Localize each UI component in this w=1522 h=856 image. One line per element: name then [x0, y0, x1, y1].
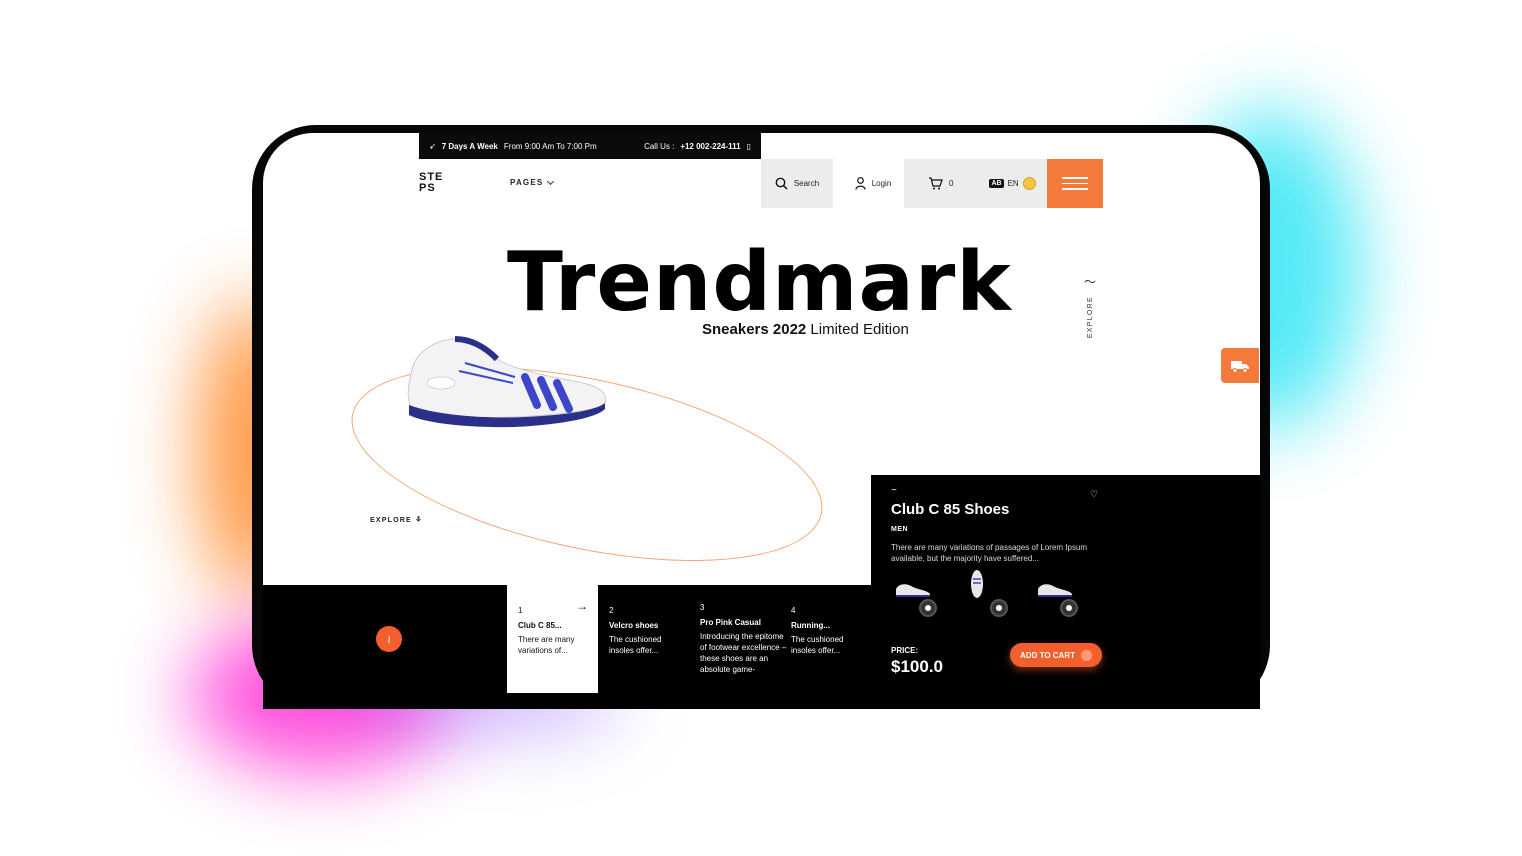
chevron-down-icon [547, 177, 555, 185]
stage: ➶ 7 Days A Week From 9:00 Am To 7:00 Pm … [0, 0, 1522, 856]
phone-icon: ▯ [746, 141, 751, 151]
cart-button[interactable]: 0 [928, 177, 953, 190]
phone-link[interactable]: +12 002-224-111 [680, 142, 740, 151]
search-label: Search [793, 179, 820, 188]
hero-subtitle-bold: Sneakers 2022 [702, 321, 807, 338]
add-to-cart-button[interactable]: ADD TO CART [1010, 643, 1102, 667]
hero-subtitle-rest: Limited Edition [806, 321, 909, 338]
truck-icon [1231, 360, 1249, 373]
website-screen: ➶ 7 Days A Week From 9:00 Am To 7:00 Pm … [263, 133, 1260, 709]
hours-text: From 9:00 Am To 7:00 Pm [503, 141, 597, 151]
sneaker-image [407, 336, 607, 428]
thumbnail-dot-3[interactable] [1060, 599, 1078, 617]
language-label: EN [1007, 179, 1019, 188]
globe-icon [1022, 177, 1036, 190]
pages-label: PAGES [510, 178, 544, 187]
card-number: 2 [609, 606, 614, 615]
search-button[interactable]: Search [761, 159, 833, 208]
card-title: Running... [791, 621, 831, 630]
slide-card-1[interactable]: → 1 Club C 85... There are many variatio… [507, 585, 598, 693]
product-price: $100.0 [891, 657, 943, 676]
card-text: There are many variations of... [518, 635, 575, 655]
product-name: Club C 85 Shoes [891, 501, 1010, 518]
login-label: Login [871, 179, 892, 188]
pages-menu[interactable]: PAGES [510, 177, 555, 187]
slide-card-4[interactable]: 4 Running... The cushioned insoles offer… [780, 585, 860, 693]
card-text: The cushioned insoles offer... [791, 635, 844, 655]
cart-dot-icon [1080, 649, 1092, 661]
thumbnail-dot-1[interactable] [919, 599, 937, 617]
logo-line-2: PS [419, 182, 436, 194]
days-text: 7 Days A Week [441, 141, 498, 151]
user-icon [855, 177, 866, 190]
wave-icon: ~ [891, 485, 897, 496]
slider-next-button[interactable]: ≀ [376, 626, 402, 652]
squiggle-icon: ≀ [386, 633, 392, 646]
heart-icon[interactable]: ♡ [1090, 489, 1098, 500]
slide-card-2[interactable]: 2 Velcro shoes The cushioned insoles off… [598, 585, 689, 693]
price-label: PRICE: [891, 646, 919, 655]
rocket-icon: ➶ [429, 141, 436, 151]
hamburger-menu-button[interactable] [1047, 159, 1103, 208]
product-thumbnails [893, 570, 1093, 620]
hamburger-icon [1062, 177, 1088, 179]
explore-label: EXPLORE [370, 516, 412, 524]
product-description: There are many variations of passages of… [891, 543, 1088, 563]
product-category: MEN [891, 526, 909, 533]
translate-icon: AB [989, 179, 1004, 188]
card-title: Pro Pink Casual [700, 618, 761, 627]
login-button[interactable]: Login [843, 159, 903, 208]
hero-title: Trendmark [507, 235, 1012, 330]
cart-icon [929, 177, 943, 190]
card-text: Introducing the epitome of footwear exce… [700, 632, 787, 674]
card-text: The cushioned insoles offer... [609, 635, 662, 655]
card-number: 4 [791, 606, 796, 615]
info-bar: ➶ 7 Days A Week From 9:00 Am To 7:00 Pm … [419, 133, 761, 159]
delivery-tab[interactable] [1221, 348, 1259, 383]
cart-count: 0 [949, 179, 954, 188]
explore-side-label: EXPLORE [1086, 296, 1094, 339]
call-label: Call Us : [644, 141, 675, 151]
cart-lang-group: 0 AB EN [904, 159, 1047, 208]
language-selector[interactable]: AB EN [989, 177, 1036, 190]
squiggle-arrow-icon: ⥥ [415, 516, 423, 523]
card-title: Velcro shoes [609, 621, 659, 630]
logo[interactable]: STE PS [419, 172, 443, 194]
product-panel: ~ ♡ Club C 85 Shoes MEN There are many v… [871, 475, 1260, 709]
wave-arrow-icon: 〜 [1083, 275, 1096, 289]
add-to-cart-label: ADD TO CART [1020, 650, 1075, 660]
arrow-right-icon: → [576, 599, 588, 613]
hero-subtitle: Sneakers 2022 Limited Edition [702, 321, 909, 338]
explore-side-link[interactable]: 〜 EXPLORE [1080, 273, 1100, 338]
card-number: 3 [700, 603, 705, 612]
explore-link[interactable]: EXPLORE ⥥ [370, 516, 422, 524]
thumbnail-shoe-2[interactable] [965, 569, 989, 603]
thumbnail-dot-2[interactable] [990, 599, 1008, 617]
card-title: Club C 85... [518, 621, 562, 630]
search-icon [775, 177, 788, 190]
